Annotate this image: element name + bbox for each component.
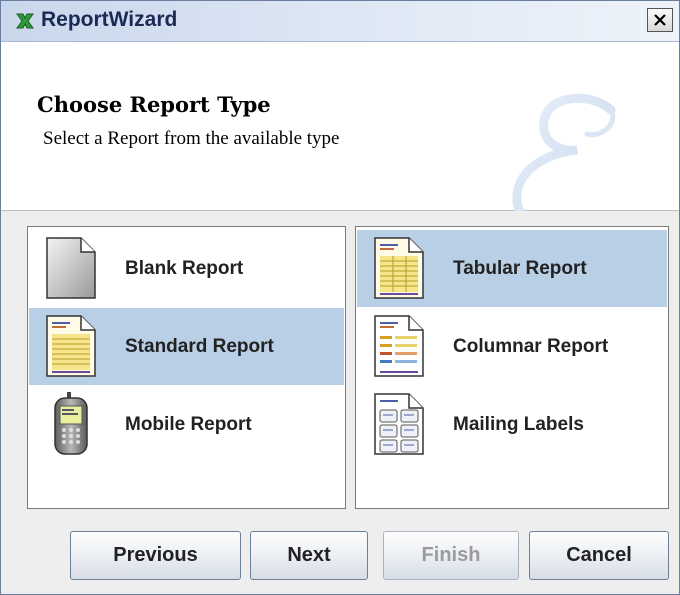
title-bar[interactable]: ReportWizard: [1, 1, 679, 42]
next-button[interactable]: Next: [250, 531, 368, 580]
columnar-report-icon: [374, 315, 424, 377]
list-item-label: Columnar Report: [453, 336, 609, 357]
close-button[interactable]: [647, 8, 673, 32]
close-icon: [654, 14, 666, 26]
finish-button[interactable]: Finish: [383, 531, 519, 580]
window-title: ReportWizard: [41, 8, 178, 31]
list-item-label: Mobile Report: [125, 414, 252, 435]
list-item-label: Tabular Report: [453, 258, 587, 279]
cancel-button[interactable]: Cancel: [529, 531, 669, 580]
page-subtitle: Select a Report from the available type: [43, 128, 340, 149]
report-wizard-window: ReportWizard Choose Report Type Select a…: [0, 0, 680, 595]
wizard-header: Choose Report Type Select a Report from …: [1, 42, 679, 235]
tabular-report-icon: [374, 237, 424, 299]
mailing-labels-icon: [374, 393, 424, 455]
previous-button[interactable]: Previous: [70, 531, 241, 580]
list-item-label: Mailing Labels: [453, 414, 584, 435]
page-title: Choose Report Type: [37, 92, 271, 117]
list-item-standard-report[interactable]: Standard Report: [29, 308, 344, 385]
mobile-report-icon: [54, 392, 88, 455]
list-item-columnar-report[interactable]: Columnar Report: [357, 308, 667, 385]
list-item-mailing-labels[interactable]: Mailing Labels: [357, 386, 667, 463]
standard-report-icon: [46, 315, 96, 377]
blank-report-icon: [46, 237, 96, 299]
left-report-list[interactable]: Blank Report Standard Report Mobile Repo…: [27, 226, 346, 509]
list-item-label: Standard Report: [125, 336, 274, 357]
app-icon: [16, 13, 34, 29]
right-report-list[interactable]: Tabular Report Columnar Report Mailing L…: [355, 226, 669, 509]
list-item-blank-report[interactable]: Blank Report: [29, 230, 344, 307]
list-item-tabular-report[interactable]: Tabular Report: [357, 230, 667, 307]
list-item-label: Blank Report: [125, 258, 244, 279]
list-item-mobile-report[interactable]: Mobile Report: [29, 386, 344, 463]
